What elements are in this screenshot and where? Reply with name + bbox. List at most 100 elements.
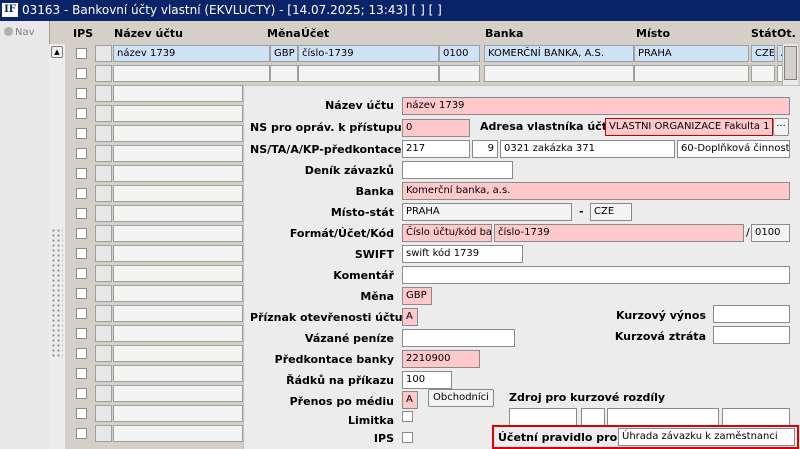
- row-bank-cell[interactable]: [484, 65, 634, 82]
- field-komentar[interactable]: [402, 266, 790, 284]
- row-ips-checkbox[interactable]: [76, 48, 87, 59]
- field-priznak[interactable]: A: [402, 308, 418, 326]
- field-kp[interactable]: 60-Doplňková činnost: [677, 140, 790, 158]
- row-name-cell[interactable]: [113, 345, 243, 362]
- row-ips-checkbox[interactable]: [76, 328, 87, 339]
- header-ips[interactable]: IPS: [73, 27, 93, 40]
- row-indicator[interactable]: [95, 305, 112, 322]
- field-vazane[interactable]: [402, 329, 515, 347]
- row-name-cell[interactable]: [113, 225, 243, 242]
- row-place-cell[interactable]: PRAHA: [634, 45, 749, 62]
- row-indicator[interactable]: [95, 105, 112, 122]
- row-name-cell[interactable]: [113, 365, 243, 382]
- row-name-cell[interactable]: [113, 205, 243, 222]
- field-kurzovy-vynos[interactable]: [713, 305, 790, 323]
- scrollbar-thumb[interactable]: [784, 46, 797, 80]
- row-indicator[interactable]: [95, 205, 112, 222]
- row-indicator[interactable]: [95, 145, 112, 162]
- row-code-cell[interactable]: 0100: [439, 45, 480, 62]
- field-swift[interactable]: swift kód 1739: [402, 245, 523, 263]
- field-zdroj-4[interactable]: [722, 408, 790, 426]
- obchodnici-button[interactable]: Obchodníci: [428, 389, 494, 407]
- row-currency-cell[interactable]: [270, 65, 298, 82]
- field-zdroj-1[interactable]: [509, 408, 577, 426]
- row-ips-checkbox[interactable]: [76, 388, 87, 399]
- field-banka[interactable]: Komerční banka, a.s.: [402, 182, 790, 200]
- row-indicator[interactable]: [95, 285, 112, 302]
- row-state-cell[interactable]: [751, 65, 775, 82]
- field-radku[interactable]: 100: [402, 371, 452, 389]
- row-indicator[interactable]: [95, 385, 112, 402]
- field-denik-zavazku[interactable]: [402, 161, 513, 179]
- row-name-cell[interactable]: [113, 145, 243, 162]
- header-place[interactable]: Místo: [636, 27, 670, 40]
- row-name-cell[interactable]: [113, 65, 270, 82]
- ips-checkbox[interactable]: [402, 432, 413, 443]
- field-ucetni-pravidlo[interactable]: Úhrada závazku k zaměstnanci: [618, 428, 795, 446]
- field-ns-pro-oprav[interactable]: 0: [402, 119, 470, 137]
- row-ips-checkbox[interactable]: [76, 128, 87, 139]
- row-name-cell[interactable]: [113, 405, 243, 422]
- nav-button[interactable]: Nav: [4, 27, 35, 38]
- row-indicator[interactable]: [95, 125, 112, 142]
- row-name-cell[interactable]: [113, 105, 243, 122]
- field-zdroj-3[interactable]: [607, 408, 719, 426]
- row-name-cell[interactable]: [113, 245, 243, 262]
- header-bank[interactable]: Banka: [485, 27, 523, 40]
- row-indicator[interactable]: [95, 45, 112, 62]
- row-ips-checkbox[interactable]: [76, 348, 87, 359]
- row-place-cell[interactable]: [634, 65, 749, 82]
- row-name-cell[interactable]: [113, 325, 243, 342]
- row-account-cell[interactable]: číslo-1739: [298, 45, 439, 62]
- field-adresa-vlastnika[interactable]: VLASTNI ORGANIZACE Fakulta 1 Ov: [605, 118, 773, 136]
- row-name-cell[interactable]: [113, 125, 243, 142]
- adresa-lookup-button[interactable]: ···: [773, 118, 789, 136]
- field-kurzova-ztrata[interactable]: [713, 326, 790, 344]
- row-name-cell[interactable]: [113, 385, 243, 402]
- field-misto[interactable]: PRAHA: [402, 203, 572, 221]
- row-ips-checkbox[interactable]: [76, 368, 87, 379]
- field-stat[interactable]: CZE: [590, 203, 632, 221]
- header-currency[interactable]: Měna: [267, 27, 301, 40]
- row-indicator[interactable]: [95, 65, 112, 82]
- row-name-cell[interactable]: název 1739: [113, 45, 270, 62]
- row-name-cell[interactable]: [113, 165, 243, 182]
- row-ips-checkbox[interactable]: [76, 88, 87, 99]
- header-state[interactable]: Stát: [751, 27, 777, 40]
- field-ns[interactable]: 217: [402, 140, 470, 158]
- row-ips-checkbox[interactable]: [76, 428, 87, 439]
- row-name-cell[interactable]: [113, 285, 243, 302]
- row-indicator[interactable]: [95, 265, 112, 282]
- row-ips-checkbox[interactable]: [76, 208, 87, 219]
- field-ta[interactable]: 9: [472, 140, 498, 158]
- row-ips-checkbox[interactable]: [76, 188, 87, 199]
- header-account[interactable]: Účet: [301, 27, 329, 40]
- field-prenos[interactable]: A: [402, 391, 418, 409]
- row-name-cell[interactable]: [113, 265, 243, 282]
- row-bank-cell[interactable]: KOMERČNÍ BANKA, A.S.: [484, 45, 634, 62]
- field-format[interactable]: Číslo účtu/kód banky: [402, 224, 492, 242]
- limitka-checkbox[interactable]: [402, 411, 413, 422]
- field-kod[interactable]: 0100: [751, 224, 790, 242]
- row-currency-cell[interactable]: GBP: [270, 45, 298, 62]
- field-mena[interactable]: GBP: [402, 287, 432, 305]
- row-name-cell[interactable]: [113, 185, 243, 202]
- row-name-cell[interactable]: [113, 85, 243, 102]
- header-open[interactable]: Ot.: [777, 27, 796, 40]
- row-name-cell[interactable]: [113, 305, 243, 322]
- row-indicator[interactable]: [95, 365, 112, 382]
- row-state-cell[interactable]: CZE: [751, 45, 775, 62]
- scroll-up-icon[interactable]: ▲: [51, 46, 63, 58]
- row-ips-checkbox[interactable]: [76, 288, 87, 299]
- row-ips-checkbox[interactable]: [76, 168, 87, 179]
- resize-grip[interactable]: [51, 228, 63, 358]
- row-indicator[interactable]: [95, 245, 112, 262]
- row-ips-checkbox[interactable]: [76, 308, 87, 319]
- row-indicator[interactable]: [95, 345, 112, 362]
- row-indicator[interactable]: [95, 425, 112, 442]
- field-ucet[interactable]: číslo-1739: [494, 224, 744, 242]
- row-ips-checkbox[interactable]: [76, 248, 87, 259]
- field-predkontace-banky[interactable]: 2210900: [402, 350, 480, 368]
- row-indicator[interactable]: [95, 185, 112, 202]
- row-ips-checkbox[interactable]: [76, 68, 87, 79]
